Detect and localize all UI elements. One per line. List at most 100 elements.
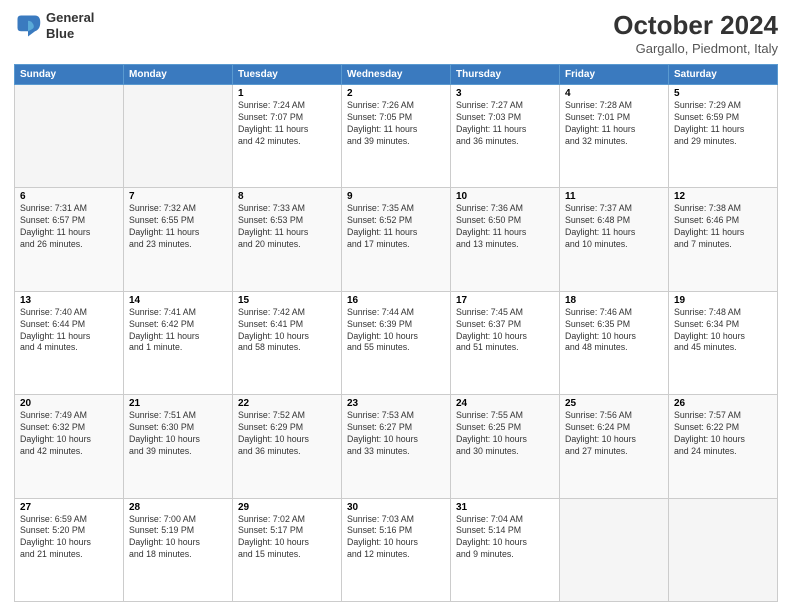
calendar-cell: 17Sunrise: 7:45 AM Sunset: 6:37 PM Dayli… (451, 291, 560, 394)
calendar-week-1: 1Sunrise: 7:24 AM Sunset: 7:07 PM Daylig… (15, 85, 778, 188)
day-number: 22 (238, 398, 336, 409)
day-info: Sunrise: 7:52 AM Sunset: 6:29 PM Dayligh… (238, 410, 336, 458)
day-info: Sunrise: 7:28 AM Sunset: 7:01 PM Dayligh… (565, 100, 663, 148)
day-number: 20 (20, 398, 118, 409)
day-number: 17 (456, 295, 554, 306)
day-info: Sunrise: 7:42 AM Sunset: 6:41 PM Dayligh… (238, 307, 336, 355)
day-number: 23 (347, 398, 445, 409)
day-info: Sunrise: 7:53 AM Sunset: 6:27 PM Dayligh… (347, 410, 445, 458)
calendar-cell: 6Sunrise: 7:31 AM Sunset: 6:57 PM Daylig… (15, 188, 124, 291)
day-info: Sunrise: 7:37 AM Sunset: 6:48 PM Dayligh… (565, 203, 663, 251)
calendar-week-5: 27Sunrise: 6:59 AM Sunset: 5:20 PM Dayli… (15, 498, 778, 601)
calendar-body: 1Sunrise: 7:24 AM Sunset: 7:07 PM Daylig… (15, 85, 778, 602)
day-number: 2 (347, 88, 445, 99)
day-info: Sunrise: 7:33 AM Sunset: 6:53 PM Dayligh… (238, 203, 336, 251)
day-number: 9 (347, 191, 445, 202)
calendar-cell: 15Sunrise: 7:42 AM Sunset: 6:41 PM Dayli… (233, 291, 342, 394)
day-info: Sunrise: 7:45 AM Sunset: 6:37 PM Dayligh… (456, 307, 554, 355)
calendar-cell (560, 498, 669, 601)
calendar-cell (15, 85, 124, 188)
day-number: 28 (129, 502, 227, 513)
day-number: 8 (238, 191, 336, 202)
day-info: Sunrise: 7:03 AM Sunset: 5:16 PM Dayligh… (347, 514, 445, 562)
day-info: Sunrise: 7:32 AM Sunset: 6:55 PM Dayligh… (129, 203, 227, 251)
calendar-cell: 5Sunrise: 7:29 AM Sunset: 6:59 PM Daylig… (669, 85, 778, 188)
col-sunday: Sunday (15, 65, 124, 85)
logo-text: General Blue (46, 10, 94, 41)
calendar-cell: 13Sunrise: 7:40 AM Sunset: 6:44 PM Dayli… (15, 291, 124, 394)
col-friday: Friday (560, 65, 669, 85)
calendar-cell: 1Sunrise: 7:24 AM Sunset: 7:07 PM Daylig… (233, 85, 342, 188)
calendar-cell: 29Sunrise: 7:02 AM Sunset: 5:17 PM Dayli… (233, 498, 342, 601)
day-info: Sunrise: 7:51 AM Sunset: 6:30 PM Dayligh… (129, 410, 227, 458)
page: General Blue October 2024 Gargallo, Pied… (0, 0, 792, 612)
day-number: 6 (20, 191, 118, 202)
day-info: Sunrise: 7:44 AM Sunset: 6:39 PM Dayligh… (347, 307, 445, 355)
day-number: 3 (456, 88, 554, 99)
day-info: Sunrise: 7:46 AM Sunset: 6:35 PM Dayligh… (565, 307, 663, 355)
day-info: Sunrise: 7:02 AM Sunset: 5:17 PM Dayligh… (238, 514, 336, 562)
day-info: Sunrise: 7:55 AM Sunset: 6:25 PM Dayligh… (456, 410, 554, 458)
calendar-cell: 20Sunrise: 7:49 AM Sunset: 6:32 PM Dayli… (15, 395, 124, 498)
calendar-cell: 2Sunrise: 7:26 AM Sunset: 7:05 PM Daylig… (342, 85, 451, 188)
day-info: Sunrise: 7:29 AM Sunset: 6:59 PM Dayligh… (674, 100, 772, 148)
day-number: 1 (238, 88, 336, 99)
calendar-cell: 12Sunrise: 7:38 AM Sunset: 6:46 PM Dayli… (669, 188, 778, 291)
calendar-cell (124, 85, 233, 188)
day-info: Sunrise: 7:24 AM Sunset: 7:07 PM Dayligh… (238, 100, 336, 148)
day-number: 25 (565, 398, 663, 409)
header-row: Sunday Monday Tuesday Wednesday Thursday… (15, 65, 778, 85)
calendar-week-3: 13Sunrise: 7:40 AM Sunset: 6:44 PM Dayli… (15, 291, 778, 394)
day-number: 16 (347, 295, 445, 306)
logo: General Blue (14, 10, 94, 41)
day-number: 21 (129, 398, 227, 409)
day-info: Sunrise: 7:36 AM Sunset: 6:50 PM Dayligh… (456, 203, 554, 251)
day-number: 13 (20, 295, 118, 306)
logo-icon (14, 12, 42, 40)
calendar-cell: 19Sunrise: 7:48 AM Sunset: 6:34 PM Dayli… (669, 291, 778, 394)
header: General Blue October 2024 Gargallo, Pied… (14, 10, 778, 56)
day-number: 24 (456, 398, 554, 409)
day-number: 10 (456, 191, 554, 202)
calendar-table: Sunday Monday Tuesday Wednesday Thursday… (14, 64, 778, 602)
calendar-cell: 26Sunrise: 7:57 AM Sunset: 6:22 PM Dayli… (669, 395, 778, 498)
day-number: 18 (565, 295, 663, 306)
calendar-cell: 24Sunrise: 7:55 AM Sunset: 6:25 PM Dayli… (451, 395, 560, 498)
day-number: 30 (347, 502, 445, 513)
day-info: Sunrise: 6:59 AM Sunset: 5:20 PM Dayligh… (20, 514, 118, 562)
day-number: 31 (456, 502, 554, 513)
day-number: 12 (674, 191, 772, 202)
title-block: October 2024 Gargallo, Piedmont, Italy (613, 10, 778, 56)
calendar-cell: 18Sunrise: 7:46 AM Sunset: 6:35 PM Dayli… (560, 291, 669, 394)
day-info: Sunrise: 7:26 AM Sunset: 7:05 PM Dayligh… (347, 100, 445, 148)
calendar-cell: 31Sunrise: 7:04 AM Sunset: 5:14 PM Dayli… (451, 498, 560, 601)
calendar-cell: 9Sunrise: 7:35 AM Sunset: 6:52 PM Daylig… (342, 188, 451, 291)
col-saturday: Saturday (669, 65, 778, 85)
day-info: Sunrise: 7:48 AM Sunset: 6:34 PM Dayligh… (674, 307, 772, 355)
calendar-cell: 30Sunrise: 7:03 AM Sunset: 5:16 PM Dayli… (342, 498, 451, 601)
day-number: 14 (129, 295, 227, 306)
day-number: 11 (565, 191, 663, 202)
calendar-cell: 8Sunrise: 7:33 AM Sunset: 6:53 PM Daylig… (233, 188, 342, 291)
calendar-cell: 28Sunrise: 7:00 AM Sunset: 5:19 PM Dayli… (124, 498, 233, 601)
calendar-cell: 3Sunrise: 7:27 AM Sunset: 7:03 PM Daylig… (451, 85, 560, 188)
day-info: Sunrise: 7:00 AM Sunset: 5:19 PM Dayligh… (129, 514, 227, 562)
col-monday: Monday (124, 65, 233, 85)
day-number: 19 (674, 295, 772, 306)
subtitle: Gargallo, Piedmont, Italy (613, 41, 778, 56)
calendar-cell: 25Sunrise: 7:56 AM Sunset: 6:24 PM Dayli… (560, 395, 669, 498)
day-info: Sunrise: 7:41 AM Sunset: 6:42 PM Dayligh… (129, 307, 227, 355)
day-info: Sunrise: 7:27 AM Sunset: 7:03 PM Dayligh… (456, 100, 554, 148)
calendar-cell (669, 498, 778, 601)
day-number: 15 (238, 295, 336, 306)
calendar-cell: 10Sunrise: 7:36 AM Sunset: 6:50 PM Dayli… (451, 188, 560, 291)
calendar-cell: 22Sunrise: 7:52 AM Sunset: 6:29 PM Dayli… (233, 395, 342, 498)
calendar-cell: 11Sunrise: 7:37 AM Sunset: 6:48 PM Dayli… (560, 188, 669, 291)
main-title: October 2024 (613, 10, 778, 41)
day-info: Sunrise: 7:49 AM Sunset: 6:32 PM Dayligh… (20, 410, 118, 458)
day-info: Sunrise: 7:57 AM Sunset: 6:22 PM Dayligh… (674, 410, 772, 458)
calendar-cell: 27Sunrise: 6:59 AM Sunset: 5:20 PM Dayli… (15, 498, 124, 601)
day-info: Sunrise: 7:56 AM Sunset: 6:24 PM Dayligh… (565, 410, 663, 458)
calendar-cell: 23Sunrise: 7:53 AM Sunset: 6:27 PM Dayli… (342, 395, 451, 498)
table-header: Sunday Monday Tuesday Wednesday Thursday… (15, 65, 778, 85)
